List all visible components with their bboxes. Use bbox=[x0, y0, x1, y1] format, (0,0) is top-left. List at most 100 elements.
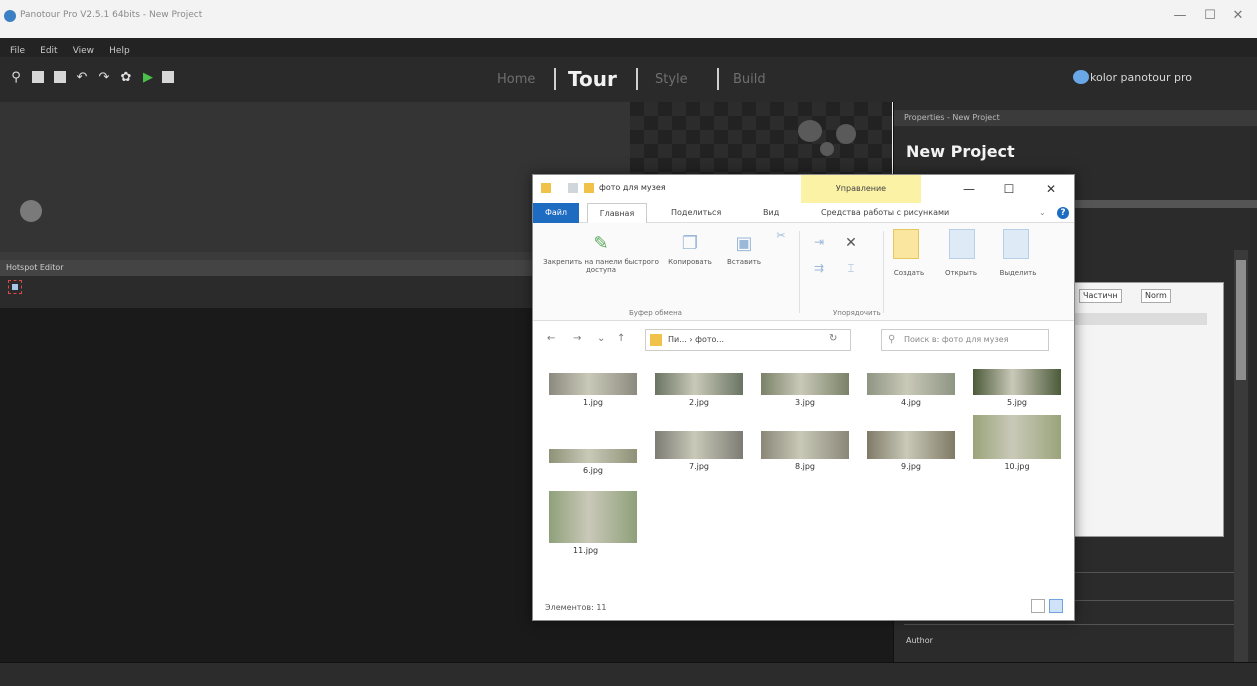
file-item[interactable]: 7.jpg bbox=[651, 431, 747, 471]
tab-file[interactable]: Файл bbox=[533, 203, 579, 223]
selected-hotspot-icon[interactable] bbox=[8, 280, 22, 294]
create-label: Создать bbox=[893, 269, 925, 277]
kolor-logo-icon bbox=[1073, 70, 1089, 84]
explorer-close-button[interactable]: ✕ bbox=[1035, 179, 1067, 199]
properties-field[interactable] bbox=[1074, 200, 1257, 208]
file-item[interactable]: 4.jpg bbox=[863, 373, 959, 407]
file-name: 11.jpg bbox=[573, 546, 599, 555]
minimize-button[interactable]: — bbox=[1168, 8, 1192, 24]
address-path: Пи... › фото... bbox=[668, 335, 725, 344]
new-folder-big-icon[interactable] bbox=[893, 229, 919, 259]
folder-icon bbox=[650, 334, 662, 346]
tour-items-list[interactable]: Частичн Norm bbox=[1074, 282, 1224, 537]
tab-view[interactable]: Вид bbox=[763, 203, 779, 223]
file-grid: 1.jpg 2.jpg 3.jpg 4.jpg 5.jpg 6.jpg 7.jp… bbox=[533, 359, 1074, 585]
rename-icon: ⌶ bbox=[847, 261, 855, 275]
properties-scrollbar[interactable] bbox=[1234, 250, 1248, 662]
open-label: Открыть bbox=[945, 269, 977, 277]
save-as-icon[interactable] bbox=[52, 69, 68, 85]
new-folder-icon[interactable] bbox=[584, 183, 594, 193]
project-title: New Project bbox=[906, 142, 1015, 161]
up-arrow-icon[interactable]: ↑ bbox=[617, 333, 625, 344]
ribbon-tabs: Файл Главная Поделиться Вид Средства раб… bbox=[533, 203, 1074, 223]
tab-style[interactable]: Style bbox=[655, 57, 688, 102]
ribbon-divider bbox=[799, 231, 800, 313]
copy-icon: ❐ bbox=[681, 233, 699, 254]
status-bar bbox=[0, 662, 1257, 686]
open-big-icon[interactable] bbox=[949, 229, 975, 259]
hotspot-marker[interactable] bbox=[20, 200, 42, 222]
explorer-minimize-button[interactable]: — bbox=[953, 179, 985, 199]
thumbnail-image bbox=[867, 373, 955, 395]
move-to-button[interactable]: ⇥ bbox=[809, 235, 829, 253]
paste-label: Вставить bbox=[727, 258, 761, 266]
tab-build[interactable]: Build bbox=[733, 57, 766, 102]
explorer-maximize-button[interactable]: ☐ bbox=[993, 179, 1025, 199]
delete-button[interactable]: ✕ bbox=[837, 235, 865, 255]
refresh-icon[interactable]: ↻ bbox=[829, 333, 837, 344]
tab-tour[interactable]: Tour bbox=[568, 57, 617, 102]
settings-icon[interactable]: ✿ bbox=[118, 69, 134, 85]
file-item[interactable]: 8.jpg bbox=[757, 431, 853, 471]
forward-arrow-icon[interactable]: → bbox=[573, 333, 581, 344]
file-item[interactable]: 1.jpg bbox=[545, 373, 641, 407]
ribbon-collapse-icon[interactable]: ⌄ bbox=[1039, 203, 1046, 223]
search-icon[interactable]: ⚲ bbox=[8, 69, 24, 85]
file-item[interactable]: 5.jpg bbox=[969, 369, 1065, 407]
file-name: 8.jpg bbox=[794, 462, 815, 471]
cut-button[interactable]: ✂ bbox=[769, 229, 793, 246]
tab-main[interactable]: Главная bbox=[587, 203, 647, 223]
search-input[interactable]: ⚲ Поиск в: фото для музея bbox=[881, 329, 1049, 351]
address-bar[interactable]: Пи... › фото... bbox=[645, 329, 851, 351]
search-placeholder: Поиск в: фото для музея bbox=[904, 335, 1009, 344]
properties-header: Properties - New Project bbox=[894, 110, 1257, 126]
preview-marker bbox=[820, 142, 834, 156]
divider bbox=[904, 624, 1234, 625]
file-name: 4.jpg bbox=[900, 398, 921, 407]
large-icons-view-icon[interactable] bbox=[1049, 599, 1063, 613]
tab-separator bbox=[717, 68, 719, 90]
paste-button[interactable]: ▣ Вставить bbox=[721, 233, 767, 266]
close-button[interactable]: ✕ bbox=[1226, 8, 1250, 24]
folder-icon bbox=[541, 183, 551, 193]
tab-share[interactable]: Поделиться bbox=[671, 203, 721, 223]
rename-button[interactable]: ⌶ bbox=[837, 261, 865, 280]
copy-button[interactable]: ❐ Копировать bbox=[665, 233, 715, 266]
maximize-button[interactable]: ☐ bbox=[1198, 8, 1222, 24]
help-icon[interactable]: ? bbox=[1057, 207, 1069, 219]
undo-icon[interactable]: ↶ bbox=[74, 69, 90, 85]
sort-dropdown[interactable]: Norm bbox=[1141, 289, 1171, 303]
scrollbar-thumb[interactable] bbox=[1236, 260, 1246, 380]
manage-context-tab[interactable]: Управление bbox=[801, 175, 921, 203]
redo-icon[interactable]: ↷ bbox=[96, 69, 112, 85]
search-icon: ⚲ bbox=[888, 334, 896, 345]
properties-icon[interactable] bbox=[568, 183, 578, 193]
file-item[interactable]: 11.jpg bbox=[545, 491, 641, 555]
preview-marker bbox=[836, 124, 856, 144]
screen: Panotour Pro V2.5.1 64bits - New Project… bbox=[0, 0, 1257, 686]
back-arrow-icon[interactable]: ← bbox=[547, 333, 555, 344]
file-item[interactable]: 9.jpg bbox=[863, 431, 959, 471]
file-name: 9.jpg bbox=[900, 462, 921, 471]
file-item[interactable]: 10.jpg bbox=[969, 415, 1065, 471]
play-icon[interactable]: ▶ bbox=[140, 69, 156, 85]
thumbnail-image bbox=[973, 415, 1061, 459]
thumbnail-image bbox=[549, 491, 637, 543]
file-name: 2.jpg bbox=[688, 398, 709, 407]
thumbnail-image bbox=[655, 431, 743, 459]
tab-home[interactable]: Home bbox=[497, 57, 535, 102]
recent-locations-icon[interactable]: ⌄ bbox=[597, 333, 605, 344]
file-item[interactable]: 6.jpg bbox=[545, 439, 641, 475]
select-big-icon[interactable] bbox=[1003, 229, 1029, 259]
filter-dropdown[interactable]: Частичн bbox=[1079, 289, 1122, 303]
menu-bar: File Edit View Help bbox=[0, 38, 1257, 57]
file-item[interactable]: 2.jpg bbox=[651, 373, 747, 407]
file-item[interactable]: 3.jpg bbox=[757, 373, 853, 407]
details-view-icon[interactable] bbox=[1031, 599, 1045, 613]
copy-to-button[interactable]: ⇉ bbox=[809, 261, 829, 279]
build-icon[interactable] bbox=[160, 69, 176, 85]
thumbnail-image bbox=[761, 373, 849, 395]
tab-picture-tools[interactable]: Средства работы с рисунками bbox=[821, 203, 949, 223]
save-icon[interactable] bbox=[30, 69, 46, 85]
pin-button[interactable]: ✎ Закрепить на панели быстрого доступа bbox=[541, 233, 661, 274]
